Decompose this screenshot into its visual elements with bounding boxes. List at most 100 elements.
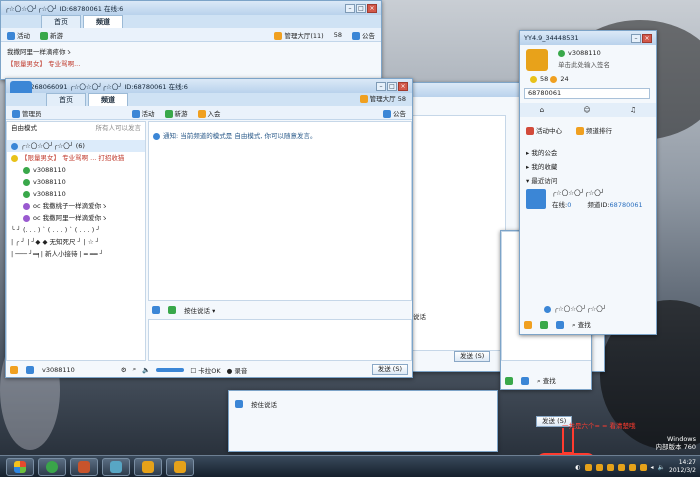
- admin-button[interactable]: 管理员: [12, 108, 42, 118]
- games-icon: [40, 31, 48, 40]
- app-icon[interactable]: [524, 320, 532, 329]
- info-icon: [153, 132, 160, 140]
- search-input[interactable]: 68780061: [524, 88, 650, 99]
- tree-item[interactable]: oc 我撒桃子一样滴爱你ゝ: [7, 200, 145, 212]
- karaoke-checkbox[interactable]: ☐ 卡拉OK: [190, 365, 220, 375]
- hall-button[interactable]: 管理大厅(11): [274, 30, 324, 40]
- tree-item[interactable]: | ─── ╯═╕| 新人小接待 | ═ ══ ╯: [7, 248, 145, 260]
- list-item[interactable]: 我撒阿里一样滴疼你ゝ: [3, 46, 72, 58]
- new-games-button[interactable]: 新游: [40, 30, 63, 40]
- join-icon: [197, 109, 206, 118]
- volume-slider[interactable]: [156, 367, 185, 372]
- tray-yy-icon[interactable]: [617, 463, 625, 471]
- os-watermark: Windows 内部版本 760: [656, 435, 696, 451]
- tree-item[interactable]: v3088110: [7, 188, 145, 200]
- activity-button[interactable]: 活动: [7, 30, 30, 40]
- settings-icon[interactable]: ⚙: [121, 366, 127, 374]
- section-favorites[interactable]: ▸ 我的收藏: [522, 161, 557, 173]
- start-button[interactable]: [6, 457, 34, 476]
- tool-icon[interactable]: [521, 376, 529, 385]
- effect-icon[interactable]: [168, 306, 176, 314]
- activity-center-link[interactable]: 活动中心: [526, 125, 562, 135]
- recent-channel-icon[interactable]: [526, 189, 546, 209]
- tab-groups-icon[interactable]: ♫: [630, 106, 636, 114]
- signature-field[interactable]: 单击此处输入签名: [554, 59, 610, 71]
- tray-yy-icon[interactable]: [639, 463, 647, 471]
- activity-button[interactable]: 活动: [131, 108, 155, 118]
- tools-icon[interactable]: [556, 320, 564, 329]
- search-button[interactable]: ⌕ 查找: [572, 319, 591, 330]
- taskbar-app[interactable]: [70, 457, 98, 476]
- tray-yy-icon[interactable]: [606, 463, 614, 471]
- tree-item[interactable]: ╭☆〇☆〇╯╭☆〇╯ (6): [7, 140, 145, 152]
- rank-icon: [576, 127, 584, 135]
- tree-label: oc 我撒桃子一样滴爱你ゝ: [33, 202, 108, 210]
- avatar[interactable]: [526, 49, 548, 71]
- record-radio[interactable]: ● 录音: [227, 365, 248, 375]
- voice-mode-select[interactable]: 按住说话: [251, 399, 277, 409]
- tree-item[interactable]: v3088110: [7, 176, 145, 188]
- emoji-icon[interactable]: [152, 306, 160, 314]
- user-icon: [23, 190, 30, 198]
- taskbar: ◐ ◂ 🔈 14:27 2012/3/2: [0, 455, 700, 477]
- app-icon[interactable]: [505, 376, 513, 385]
- notice-button[interactable]: 公告: [383, 108, 406, 118]
- tree-item[interactable]: oc 我撒阿里一样滴爱你ゝ: [7, 212, 145, 224]
- channel-rank-link[interactable]: 频道排行: [576, 125, 612, 135]
- tray-arrow-icon[interactable]: ◂: [651, 464, 654, 471]
- games-icon[interactable]: [540, 320, 548, 329]
- send-button[interactable]: 发送 (S): [371, 364, 408, 375]
- volume-icon[interactable]: 🔈: [658, 464, 665, 471]
- activity-label: 活动: [141, 109, 155, 118]
- taskbar-app-chrome[interactable]: [38, 457, 66, 476]
- voice-mode-select[interactable]: 按住说话 ▾: [184, 305, 215, 315]
- tray-icon[interactable]: ◐: [575, 464, 580, 471]
- taskbar-app-yy[interactable]: [134, 457, 162, 476]
- emoji-icon[interactable]: [235, 400, 243, 408]
- taskbar-app-yy[interactable]: [166, 457, 194, 476]
- tree-item[interactable]: 【限量男女】 专业骂啊 ... 打招收猫: [7, 152, 145, 164]
- taskbar-app[interactable]: [102, 457, 130, 476]
- section-guild[interactable]: ▸ 我的公会: [522, 147, 557, 159]
- recent-channel-name[interactable]: ╭☆〇☆〇╯╭☆〇╯: [548, 187, 605, 199]
- maximize-button[interactable]: □: [387, 81, 397, 91]
- clock[interactable]: 14:27 2012/3/2: [669, 459, 696, 475]
- join-button[interactable]: 入会: [197, 108, 221, 118]
- tree-item[interactable]: ╰ ╯ (. . . ) ` ( . . . ) ` ( . . . ) ╯: [7, 224, 145, 236]
- footer-channel[interactable]: ╭☆〇☆〇╯╭☆〇╯: [540, 303, 607, 315]
- tab-channel[interactable]: 频道: [83, 15, 123, 28]
- channel-tabs: 首页 频道 管理大厅 58: [6, 93, 412, 106]
- section-recent[interactable]: ▾ 最近访问: [522, 175, 557, 187]
- tab-channel[interactable]: 频道: [88, 93, 128, 106]
- chat-area[interactable]: 通知: 当前频道的模式是 自由模式, 你可以随意发言。: [148, 121, 412, 301]
- search-icon[interactable]: ⌕: [133, 365, 137, 374]
- tab-friends-icon[interactable]: ☺: [583, 106, 590, 114]
- tab-home[interactable]: 首页: [46, 93, 86, 106]
- close-button[interactable]: ×: [642, 33, 652, 43]
- tray-yy-icon[interactable]: [628, 463, 636, 471]
- tab-home[interactable]: 首页: [41, 15, 81, 28]
- minimize-button[interactable]: –: [376, 81, 386, 91]
- minimize-button[interactable]: –: [631, 33, 641, 43]
- tray-yy-icon[interactable]: [595, 463, 603, 471]
- send-button[interactable]: 发送 (S): [454, 351, 491, 362]
- minimize-button[interactable]: –: [345, 3, 355, 13]
- channel-id: 68780061: [609, 201, 643, 209]
- close-button[interactable]: ×: [367, 3, 377, 13]
- tray-yy-icon[interactable]: [584, 463, 592, 471]
- hall-button[interactable]: 管理大厅 58: [359, 93, 412, 106]
- mic-icon[interactable]: [26, 365, 34, 374]
- volume-icon[interactable]: 🔈: [142, 366, 150, 374]
- message-input[interactable]: [148, 319, 412, 361]
- side-search-button[interactable]: ⌕ 查找: [537, 375, 556, 386]
- tree-item[interactable]: | ╭ ╯ | ╯◆ ◆ 无知死尺 ╯ | ☆ ╯: [7, 236, 145, 248]
- notice-button[interactable]: 公告: [352, 30, 375, 40]
- new-games-button[interactable]: 新游: [164, 108, 188, 118]
- close-button[interactable]: ×: [398, 81, 408, 91]
- list-item[interactable]: 【限量男女】 专业骂啊...: [3, 58, 80, 70]
- maximize-button[interactable]: □: [356, 3, 366, 13]
- tab-home-icon[interactable]: ⌂: [540, 106, 544, 114]
- tree-item[interactable]: v3088110: [7, 164, 145, 176]
- app-icon[interactable]: [10, 365, 18, 374]
- search-icon: ⌕: [537, 377, 541, 385]
